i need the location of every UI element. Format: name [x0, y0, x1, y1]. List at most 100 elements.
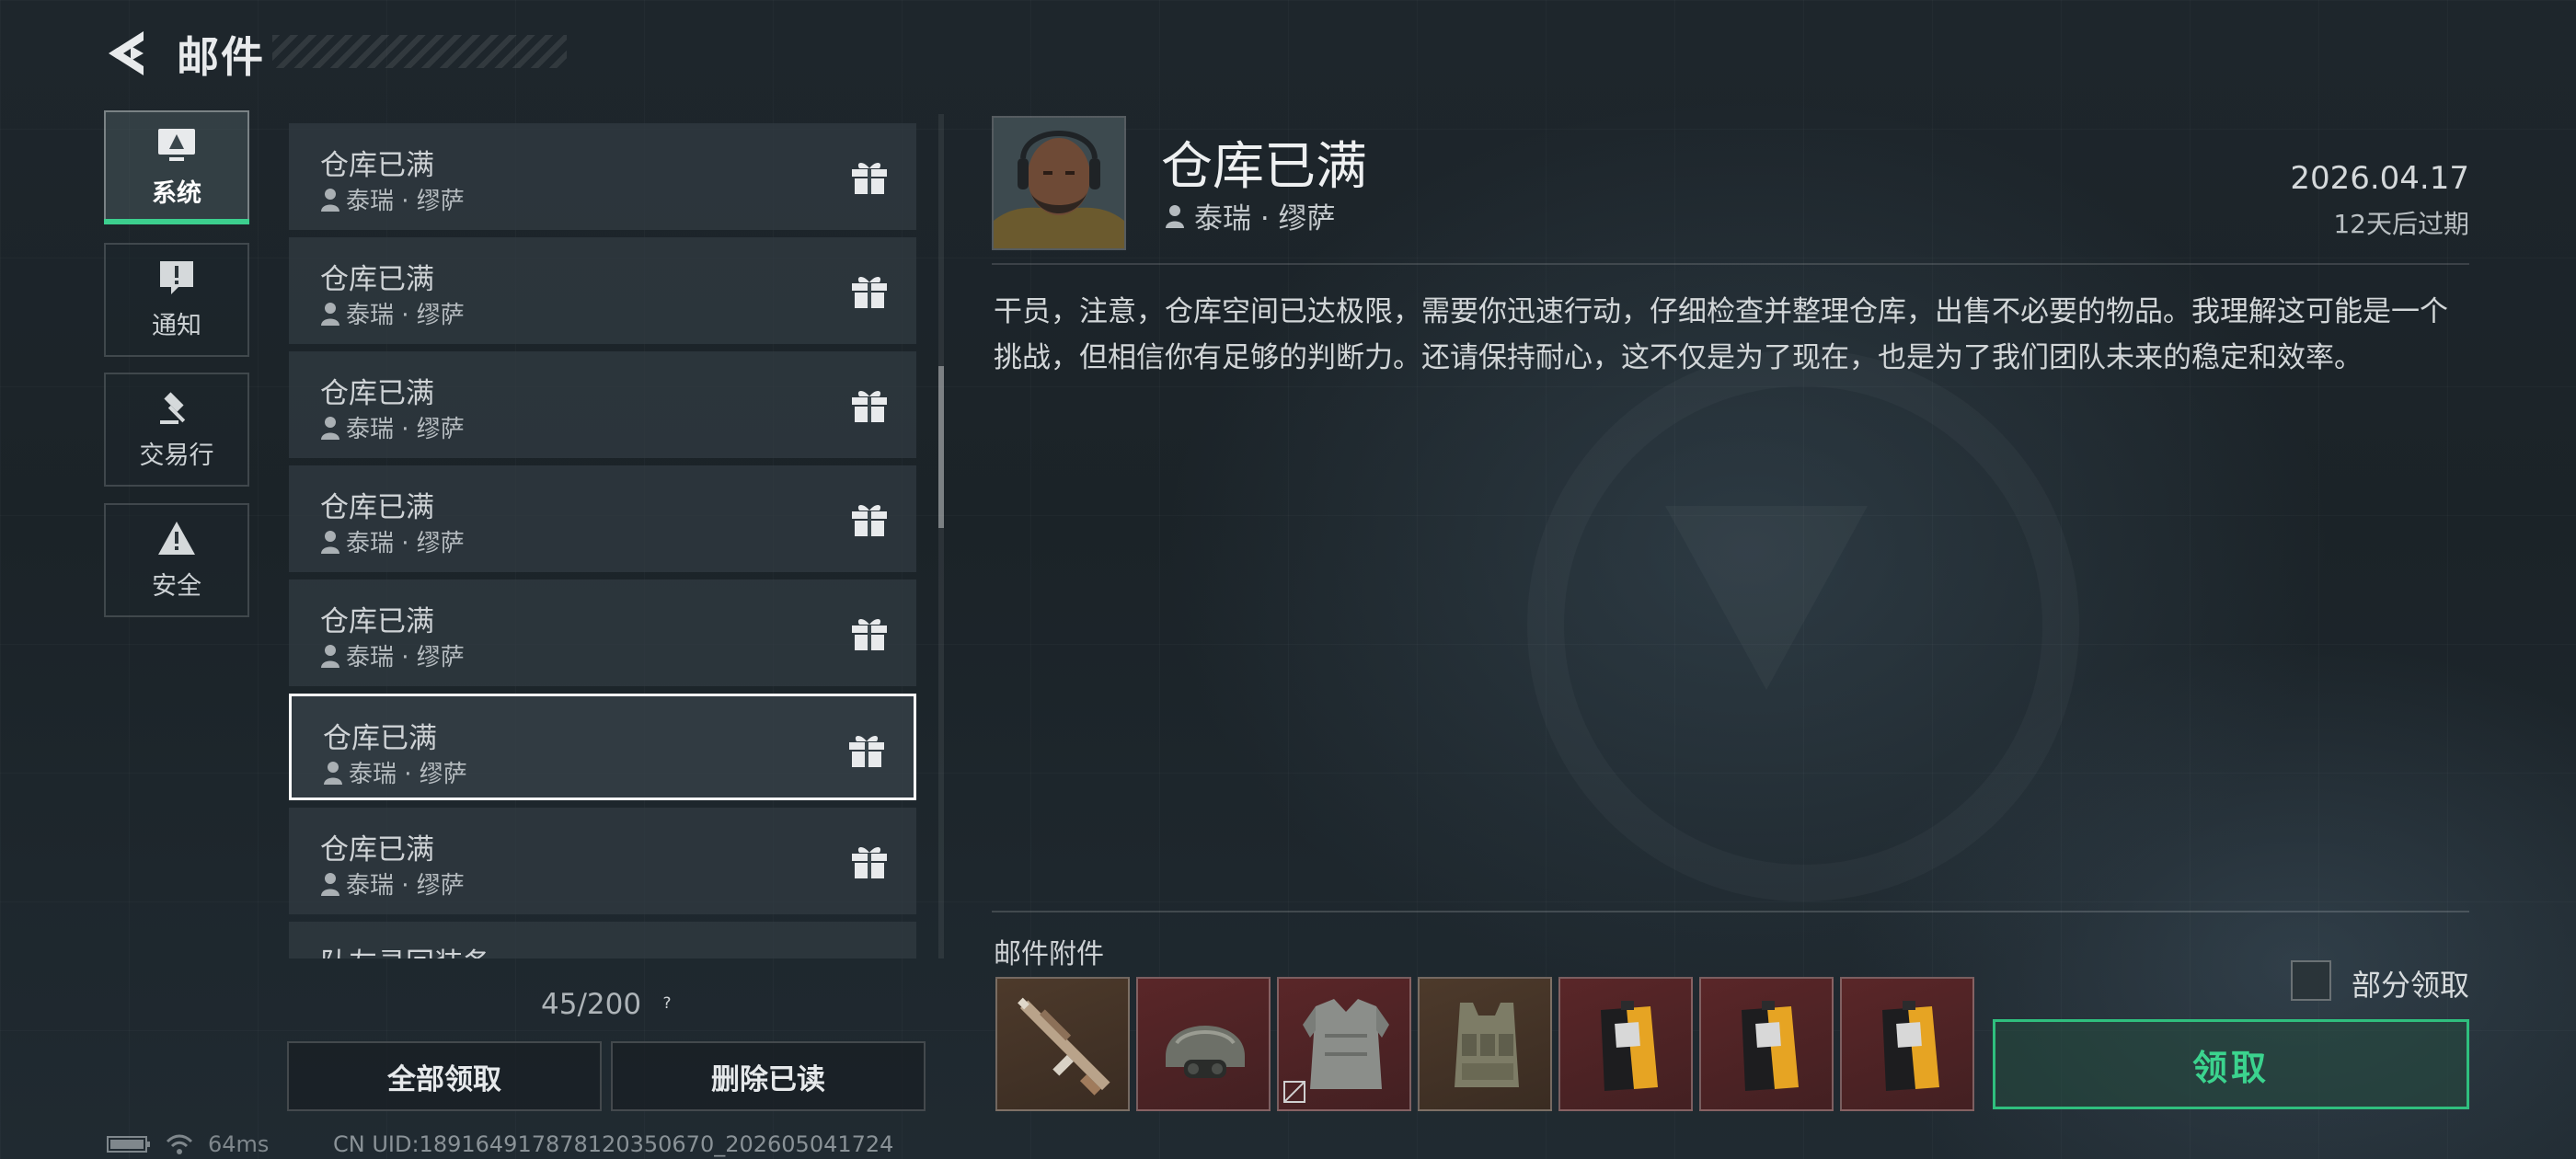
person-icon — [1166, 204, 1184, 228]
page-title: 邮件 — [177, 32, 265, 82]
supply-bag-icon — [1601, 1001, 1658, 1091]
attachment-rifle[interactable] — [995, 977, 1130, 1111]
supply-bag-icon — [1882, 1001, 1939, 1091]
helmet-icon — [1166, 1026, 1245, 1078]
gift-icon — [852, 846, 887, 878]
divider — [992, 911, 2469, 912]
mail-sender: 泰瑞 · 缪萨 — [323, 755, 467, 789]
person-icon — [321, 188, 339, 212]
mail-item[interactable]: 仓库已满 泰瑞 · 缪萨 — [289, 465, 916, 572]
title-decoration — [272, 35, 567, 68]
mail-sender-name: 泰瑞 · 缪萨 — [346, 302, 465, 329]
chest-rig-icon — [1455, 1003, 1519, 1087]
mail-sender-name: 泰瑞 · 缪萨 — [346, 530, 465, 557]
battery-icon — [107, 1136, 150, 1153]
mail-subject: 仓库已满 — [320, 263, 434, 296]
warning-triangle-icon — [158, 521, 195, 555]
tab-security-label: 安全 — [152, 571, 201, 601]
mail-subject: 仓库已满 — [320, 491, 434, 524]
ping-value: 64ms — [208, 1131, 270, 1157]
mail-item-partial[interactable]: 队友寻回装备 — [289, 922, 916, 958]
attachment-supply-bag[interactable] — [1699, 977, 1834, 1111]
mail-sender-name: 泰瑞 · 缪萨 — [346, 872, 465, 900]
mail-sender-name: 泰瑞 · 缪萨 — [349, 761, 467, 788]
message-alert-icon — [160, 260, 193, 294]
partial-claim-label: 部分领取 — [2352, 968, 2470, 1003]
mail-expire: 12天后过期 — [2333, 209, 2469, 239]
person-icon — [321, 872, 339, 896]
gift-icon — [852, 276, 887, 308]
person-icon — [321, 416, 339, 440]
scrollbar-thumb[interactable] — [938, 366, 944, 528]
attachment-body-armor[interactable] — [1277, 977, 1411, 1111]
attachment-supply-bag[interactable] — [1558, 977, 1693, 1111]
mail-body: 干员，注意，仓库空间已达极限，需要你迅速行动，仔细检查并整理仓库，出售不必要的物… — [994, 295, 2448, 374]
mail-subject: 仓库已满 — [320, 377, 434, 410]
tab-trade-label: 交易行 — [139, 441, 214, 470]
wifi-icon — [166, 1134, 193, 1154]
mail-subject: 仓库已满 — [323, 722, 437, 755]
uid-text: CN UID:18916491787812035067​0_2026050417… — [333, 1131, 894, 1157]
mail-sender: 泰瑞 · 缪萨 — [320, 866, 465, 901]
person-icon — [321, 302, 339, 326]
mail-sender: 泰瑞 · 缪萨 — [320, 296, 465, 330]
mail-sender: 泰瑞 · 缪萨 — [320, 410, 465, 444]
mail-list[interactable]: 仓库已满 泰瑞 · 缪萨 仓库已满 泰瑞 · 缪萨 仓库已满 泰瑞 · 缪萨 仓… — [289, 121, 918, 958]
mail-subject: 仓库已满 — [320, 833, 434, 866]
tab-security[interactable]: 安全 — [104, 503, 249, 617]
mail-item[interactable]: 仓库已满 泰瑞 · 缪萨 — [289, 580, 916, 686]
gift-icon — [852, 618, 887, 650]
mail-item[interactable]: 仓库已满 泰瑞 · 缪萨 — [289, 351, 916, 458]
mail-sender-name: 泰瑞 · 缪萨 — [346, 416, 465, 443]
partial-claim-checkbox[interactable] — [2291, 960, 2331, 1001]
mail-date: 2026.04.17 — [2290, 160, 2469, 197]
tab-system[interactable]: 系统 — [104, 110, 249, 224]
mail-sender-name: 泰瑞 · 缪萨 — [346, 644, 465, 671]
scrollbar-track[interactable] — [938, 114, 944, 958]
mail-item[interactable]: 仓库已满 泰瑞 · 缪萨 — [289, 237, 916, 344]
detail-sender-name: 泰瑞 · 缪萨 — [1194, 202, 1336, 235]
mail-item-selected[interactable]: 仓库已满 泰瑞 · 缪萨 — [289, 694, 916, 800]
help-icon[interactable]: ? — [657, 993, 677, 1014]
mail-count: 45/200 — [541, 988, 642, 1021]
supply-bag-icon — [1742, 1001, 1799, 1091]
gift-icon — [852, 504, 887, 536]
tab-trade[interactable]: 交易行 — [104, 373, 249, 487]
attachment-supply-bag[interactable] — [1840, 977, 1974, 1111]
person-icon — [321, 530, 339, 554]
tab-notice[interactable]: 通知 — [104, 243, 249, 357]
divider — [992, 263, 2469, 265]
gift-icon — [852, 390, 887, 422]
mail-subject: 仓库已满 — [320, 149, 434, 182]
detail-sender: 泰瑞 · 缪萨 — [1165, 195, 1336, 236]
claim-all-button[interactable]: 全部领取 — [287, 1041, 602, 1111]
mail-sender: 泰瑞 · 缪萨 — [320, 524, 465, 558]
rifle-icon — [1018, 997, 1110, 1096]
person-icon — [321, 644, 339, 668]
emblem-watermark — [1527, 350, 2079, 901]
tab-notice-label: 通知 — [152, 311, 201, 340]
back-arrow-icon[interactable] — [103, 28, 149, 79]
mail-sender: 泰瑞 · 缪萨 — [320, 182, 465, 216]
gift-icon — [849, 735, 884, 767]
mail-item[interactable]: 仓库已满 泰瑞 · 缪萨 — [289, 123, 916, 230]
gavel-icon — [160, 391, 186, 424]
mail-sender: 泰瑞 · 缪萨 — [320, 638, 465, 672]
claim-button[interactable]: 领取 — [1993, 1019, 2469, 1109]
attachments-label: 邮件附件 — [994, 938, 1104, 970]
attachment-chest-rig[interactable] — [1418, 977, 1552, 1111]
person-icon — [324, 761, 342, 785]
mail-sender-name: 泰瑞 · 缪萨 — [346, 188, 465, 215]
mail-subject: 队友寻回装备 — [320, 940, 491, 958]
mail-item[interactable]: 仓库已满 泰瑞 · 缪萨 — [289, 808, 916, 914]
attachment-helmet[interactable] — [1136, 977, 1271, 1111]
delete-read-button[interactable]: 删除已读 — [611, 1041, 926, 1111]
mail-title: 仓库已满 — [1161, 137, 1367, 197]
body-armor-icon — [1283, 999, 1389, 1103]
mail-subject: 仓库已满 — [320, 605, 434, 638]
status-bar: 64ms — [107, 1131, 269, 1157]
tab-system-label: 系统 — [152, 178, 201, 208]
gift-icon — [852, 162, 887, 194]
monitor-alert-icon — [158, 128, 195, 161]
sender-avatar — [992, 116, 1126, 250]
